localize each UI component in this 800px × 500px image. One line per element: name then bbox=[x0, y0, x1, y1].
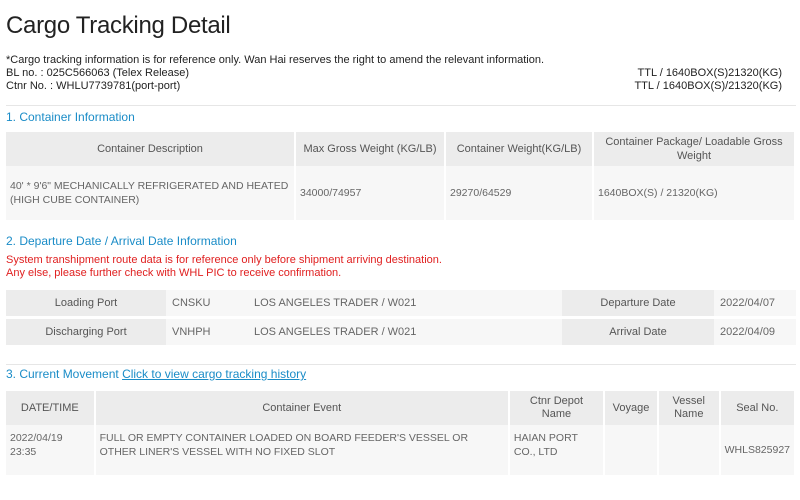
page-title: Cargo Tracking Detail bbox=[6, 12, 231, 39]
arrival-date: 2022/04/09 bbox=[714, 317, 796, 348]
col-header-datetime: DATE/TIME bbox=[6, 391, 96, 425]
departure-date-label: Departure Date bbox=[562, 290, 714, 319]
loading-vessel: LOS ANGELES TRADER / W021 bbox=[248, 290, 530, 319]
departure-date: 2022/04/07 bbox=[714, 290, 796, 319]
col-header-container-weight: Container Weight(KG/LB) bbox=[445, 132, 594, 166]
col-header-voyage: Voyage bbox=[604, 391, 659, 425]
movement-table: DATE/TIME Container Event Ctnr Depot Nam… bbox=[6, 391, 797, 475]
section-heading: 3. Current Movement Click to view cargo … bbox=[6, 367, 796, 381]
movement-vessel bbox=[657, 425, 721, 475]
movement-event: FULL OR EMPTY CONTAINER LOADED ON BOARD … bbox=[94, 425, 510, 475]
ttl-summary-2: TTL / 1640BOX(S)/21320(KG) bbox=[634, 80, 782, 92]
package-value: 1640BOX(S) / 21320(KG) bbox=[593, 166, 796, 220]
movement-voyage bbox=[604, 425, 659, 475]
shipment-meta: *Cargo tracking information is for refer… bbox=[6, 54, 794, 93]
section-heading: 1. Container Information bbox=[6, 110, 135, 124]
spacer-cell bbox=[530, 290, 562, 319]
discharging-port-label: Discharging Port bbox=[6, 317, 166, 348]
table-row: 40' * 9'6" MECHANICALLY REFRIGERATED AND… bbox=[6, 166, 796, 220]
port-dates-table: Loading Port CNSKU LOS ANGELES TRADER / … bbox=[6, 290, 796, 348]
loading-port-code: CNSKU bbox=[166, 290, 248, 319]
transhipment-warning: System transhipment route data is for re… bbox=[6, 254, 796, 280]
warning-line-2: Any else, please further check with WHL … bbox=[6, 267, 342, 279]
movement-datetime: 2022/04/19 23:35 bbox=[6, 425, 96, 475]
container-weight-value: 29270/64529 bbox=[445, 166, 594, 220]
table-row: 2022/04/19 23:35 FULL OR EMPTY CONTAINER… bbox=[6, 425, 797, 475]
departure-arrival-section: 2. Departure Date / Arrival Date Informa… bbox=[6, 234, 796, 348]
spacer-cell bbox=[530, 317, 562, 348]
current-movement-section: 3. Current Movement Click to view cargo … bbox=[6, 364, 797, 475]
col-header-event: Container Event bbox=[94, 391, 510, 425]
container-info-table: Container Description Max Gross Weight (… bbox=[6, 132, 796, 220]
max-gross-value: 34000/74957 bbox=[295, 166, 446, 220]
current-movement-heading: 3. Current Movement bbox=[6, 367, 119, 381]
loading-port-row: Loading Port CNSKU LOS ANGELES TRADER / … bbox=[6, 290, 796, 319]
col-header-description: Container Description bbox=[6, 132, 296, 166]
movement-seal: WHLS825927 bbox=[719, 425, 797, 475]
movement-depot: HAIAN PORT CO., LTD bbox=[508, 425, 606, 475]
discharging-port-row: Discharging Port VNHPH LOS ANGELES TRADE… bbox=[6, 317, 796, 348]
description-line-2: (HIGH CUBE CONTAINER) bbox=[10, 194, 140, 206]
col-header-seal: Seal No. bbox=[719, 391, 797, 425]
container-description: 40' * 9'6" MECHANICALLY REFRIGERATED AND… bbox=[6, 166, 296, 220]
movement-date: 2022/04/19 bbox=[10, 432, 63, 444]
warning-line-1: System transhipment route data is for re… bbox=[6, 254, 442, 266]
container-number: Ctnr No. : WHLU7739781(port-port) bbox=[6, 80, 181, 92]
col-header-depot: Ctnr Depot Name bbox=[508, 391, 606, 425]
discharging-port-code: VNHPH bbox=[166, 317, 248, 348]
col-header-max-gross: Max Gross Weight (KG/LB) bbox=[295, 132, 446, 166]
disclaimer-text: *Cargo tracking information is for refer… bbox=[6, 54, 545, 66]
section-heading: 2. Departure Date / Arrival Date Informa… bbox=[6, 234, 237, 248]
description-line-1: 40' * 9'6" MECHANICALLY REFRIGERATED AND… bbox=[10, 180, 289, 192]
col-header-package: Container Package/ Loadable Gross Weight bbox=[593, 132, 796, 166]
movement-time: 23:35 bbox=[10, 446, 37, 458]
ttl-summary-1: TTL / 1640BOX(S)21320(KG) bbox=[637, 67, 783, 79]
loading-port-label: Loading Port bbox=[6, 290, 166, 319]
bl-number: BL no. : 025C566063 (Telex Release) bbox=[6, 67, 190, 79]
tracking-history-link[interactable]: Click to view cargo tracking history bbox=[122, 367, 306, 381]
col-header-vessel: Vessel Name bbox=[657, 391, 721, 425]
cargo-tracking-page: Cargo Tracking Detail *Cargo tracking in… bbox=[0, 0, 800, 500]
container-information-section: 1. Container Information Container Descr… bbox=[6, 105, 796, 220]
arrival-date-label: Arrival Date bbox=[562, 317, 714, 348]
discharging-vessel: LOS ANGELES TRADER / W021 bbox=[248, 317, 530, 348]
